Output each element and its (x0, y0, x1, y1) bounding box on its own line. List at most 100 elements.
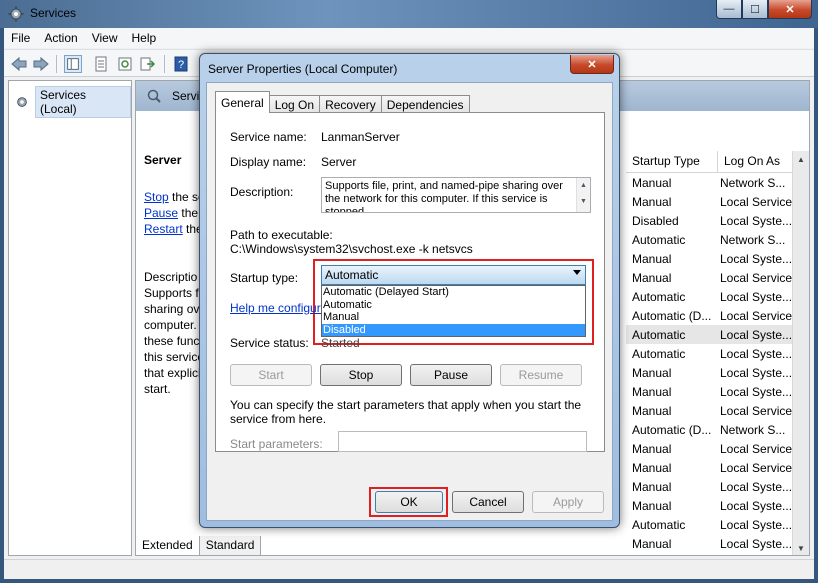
menu-view[interactable]: View (85, 28, 125, 48)
stop-button[interactable]: Stop (320, 364, 402, 386)
table-row[interactable]: Manual Local Syste... (626, 534, 798, 553)
start-params-label: Start parameters: (230, 437, 323, 451)
server-properties-dialog: Server Properties (Local Computer) ✕ Gen… (199, 53, 620, 528)
tree-item-label: Services (Local) (35, 86, 131, 118)
log-on-as-cell: Local Service (720, 194, 793, 209)
log-on-as-cell: Network S... (720, 232, 786, 247)
start-params-hint: You can specify the start parameters tha… (230, 398, 582, 426)
table-row[interactable]: Manual Local Syste... (626, 249, 798, 268)
table-row[interactable]: Manual Local Syste... (626, 477, 798, 496)
tab-log-on[interactable]: Log On (268, 95, 321, 113)
maximize-button[interactable]: ☐ (742, 0, 768, 19)
table-row[interactable]: Automatic Local Syste... (626, 344, 798, 363)
pause-service-link[interactable]: Pause (144, 206, 178, 220)
menu-help[interactable]: Help (125, 28, 164, 48)
log-on-as-cell: Local Syste... (720, 479, 793, 494)
service-name-label: Service name: (230, 130, 307, 144)
export-list-icon[interactable] (138, 55, 156, 73)
table-row[interactable]: Manual Local Service (626, 192, 798, 211)
log-on-as-cell: Local Syste... (720, 498, 793, 513)
cancel-button[interactable]: Cancel (452, 491, 524, 513)
table-row[interactable]: Automatic (D... Local Service (626, 306, 798, 325)
title-bar[interactable]: Services — ☐ ✕ (0, 0, 818, 28)
dialog-title: Server Properties (Local Computer) (208, 62, 398, 76)
start-params-input[interactable] (338, 431, 587, 452)
resume-button[interactable]: Resume (500, 364, 582, 386)
back-arrow-icon[interactable] (10, 55, 28, 73)
startup-type-cell: Manual (632, 403, 672, 418)
tree-item-services-local[interactable]: Services (Local) (15, 86, 131, 118)
table-row[interactable]: Automatic Local Syste... (626, 287, 798, 306)
table-row[interactable]: Manual Network S... (626, 173, 798, 192)
scroll-down-icon[interactable]: ▼ (793, 540, 809, 555)
table-row[interactable]: Manual Local Service (626, 268, 798, 287)
startup-type-cell: Manual (632, 460, 672, 475)
dialog-close-button[interactable]: ✕ (570, 55, 614, 74)
table-row[interactable]: Manual Local Service (626, 401, 798, 420)
option-automatic-delayed[interactable]: Automatic (Delayed Start) (322, 286, 585, 299)
window-title: Services (30, 6, 77, 20)
minimize-button[interactable]: — (716, 0, 742, 19)
table-row[interactable]: Manual Local Service (626, 439, 798, 458)
startup-type-cell: Manual (632, 365, 672, 380)
tab-general[interactable]: General (215, 91, 270, 113)
forward-arrow-icon[interactable] (32, 55, 50, 73)
table-row[interactable]: Automatic Network S... (626, 230, 798, 249)
menu-action[interactable]: Action (37, 28, 84, 48)
log-on-as-cell: Local Service (720, 270, 793, 285)
help-configure-link[interactable]: Help me configure (230, 301, 327, 315)
menu-file[interactable]: File (4, 28, 37, 48)
log-on-as-cell: Network S... (720, 422, 786, 437)
table-row[interactable]: Manual Local Syste... (626, 382, 798, 401)
startup-type-cell: Disabled (632, 213, 679, 228)
svg-text:?: ? (178, 59, 184, 71)
startup-type-cell: Automatic (632, 289, 686, 304)
description-textbox[interactable]: Supports file, print, and named-pipe sha… (321, 177, 591, 213)
pause-button[interactable]: Pause (410, 364, 492, 386)
close-button[interactable]: ✕ (768, 0, 812, 19)
startup-type-cell: Automatic (D... (632, 422, 712, 437)
log-on-as-cell: Local Syste... (720, 536, 793, 551)
help-icon[interactable]: ? (172, 55, 190, 73)
tab-recovery[interactable]: Recovery (319, 95, 382, 113)
refresh-icon[interactable] (116, 55, 134, 73)
table-row[interactable]: Manual Local Syste... (626, 496, 798, 515)
search-icon (147, 89, 161, 103)
table-row[interactable]: Automatic Local Syste... (626, 515, 798, 534)
column-startup-type[interactable]: Startup Type (626, 151, 718, 172)
table-row[interactable]: Automatic Local Syste... (626, 325, 798, 344)
vertical-scrollbar[interactable]: ▲ ▼ (792, 151, 809, 555)
log-on-as-cell: Local Syste... (720, 517, 793, 532)
table-row[interactable]: Manual Local Syste... (626, 363, 798, 382)
tab-dependencies[interactable]: Dependencies (380, 95, 470, 113)
table-row[interactable]: Disabled Local Syste... (626, 211, 798, 230)
table-row[interactable]: Manual Local Service (626, 458, 798, 477)
tab-extended[interactable]: Extended (135, 536, 200, 556)
table-row[interactable]: Automatic (D... Network S... (626, 420, 798, 439)
menu-bar: File Action View Help (4, 28, 814, 48)
path-value: C:\Windows\system32\svchost.exe -k netsv… (230, 242, 473, 256)
apply-button[interactable]: Apply (532, 491, 604, 513)
restart-service-link[interactable]: Restart (144, 222, 183, 236)
description-label: Description: (230, 185, 294, 199)
option-automatic[interactable]: Automatic (322, 299, 585, 312)
services-list: Manual Network S... Manual Local Service Dis… (626, 173, 798, 553)
option-disabled[interactable]: Disabled (322, 323, 585, 336)
start-button[interactable]: Start (230, 364, 312, 386)
properties-icon[interactable] (92, 55, 110, 73)
log-on-as-cell: Local Service (720, 460, 793, 475)
scroll-up-icon[interactable]: ▲ (793, 151, 809, 168)
tab-standard[interactable]: Standard (198, 536, 262, 556)
startup-type-cell: Automatic (D... (632, 308, 712, 323)
startup-type-label: Startup type: (230, 271, 299, 285)
console-tree-icon[interactable] (64, 55, 82, 73)
stop-service-link[interactable]: Stop (144, 190, 169, 204)
annotation-highlight-ok (369, 487, 448, 517)
log-on-as-cell: Local Syste... (720, 384, 793, 399)
services-window: Services — ☐ ✕ File Action View Help ? S… (0, 0, 818, 583)
description-scrollbar[interactable]: ▲ ▼ (576, 178, 590, 212)
dialog-body: General Log On Recovery Dependencies Ser… (206, 82, 613, 521)
status-bar (4, 559, 814, 579)
startup-type-cell: Manual (632, 479, 672, 494)
option-manual[interactable]: Manual (322, 311, 585, 324)
